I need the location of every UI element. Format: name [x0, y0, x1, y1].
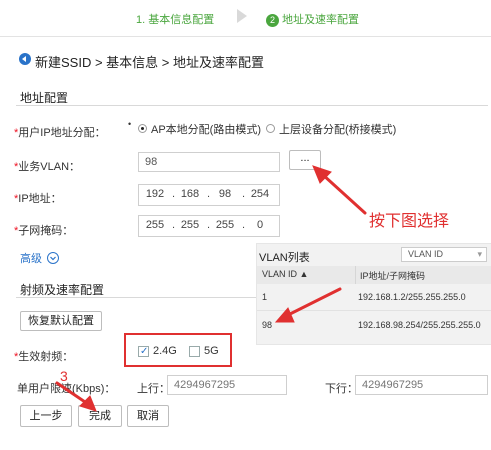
arrow-to-vlan-row-icon [284, 287, 342, 318]
annotation-arrows [55, 165, 367, 412]
arrow-to-picker-icon [320, 172, 367, 215]
arrowhead-icon [79, 395, 97, 412]
arrow-to-finish-icon [55, 381, 90, 406]
arrowhead-icon [274, 307, 295, 323]
